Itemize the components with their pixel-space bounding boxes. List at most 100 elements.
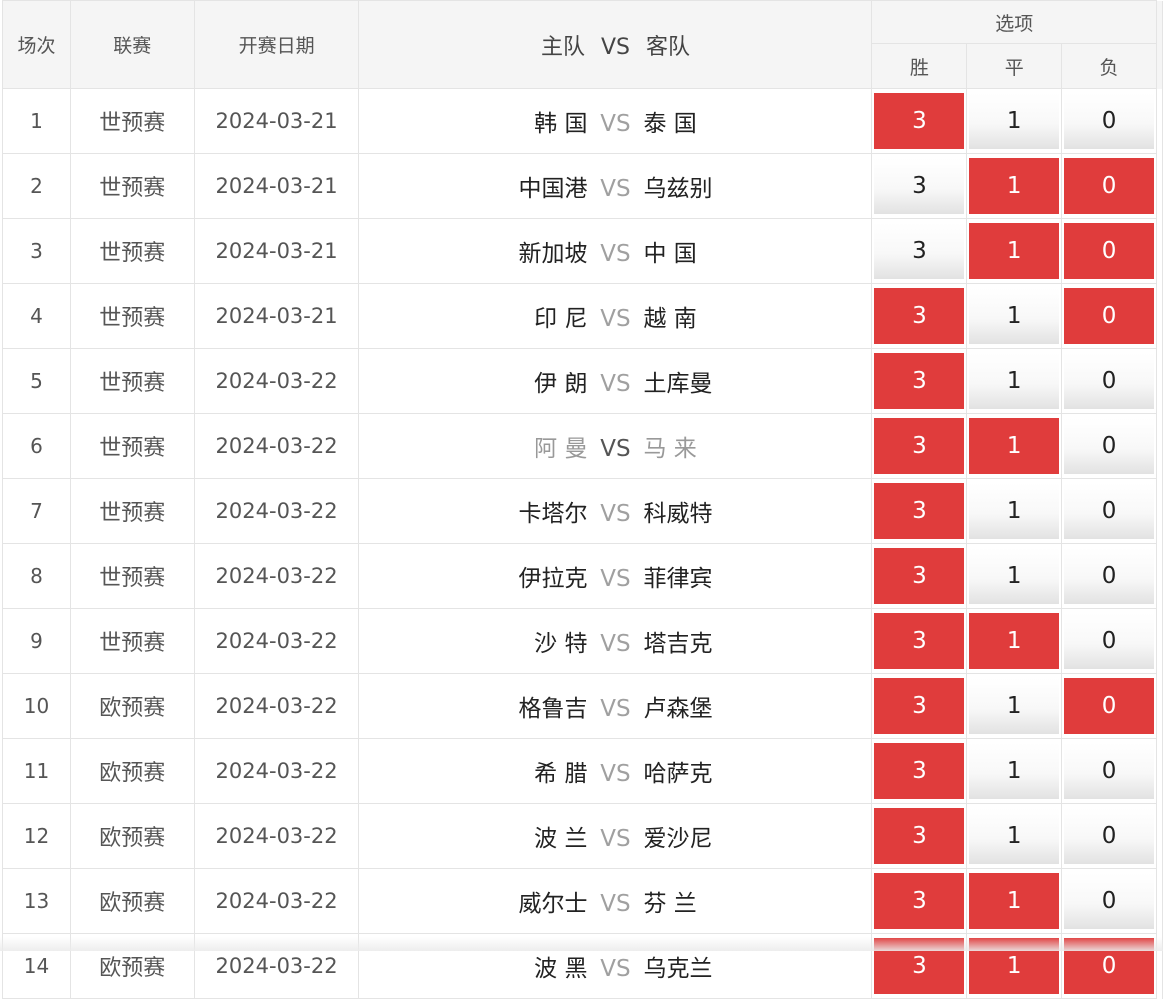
loss-option-cell: 0: [1061, 933, 1157, 999]
match-date: 2024-03-22: [193, 413, 360, 479]
draw-option-button[interactable]: 1: [969, 158, 1060, 214]
draw-option-button[interactable]: 1: [969, 873, 1060, 929]
home-team: 格鲁吉: [518, 696, 588, 722]
match-number: 7: [2, 478, 71, 544]
header-win: 胜: [871, 43, 968, 89]
match-date: 2024-03-22: [193, 478, 360, 544]
loss-option-button[interactable]: 0: [1064, 808, 1154, 864]
loss-option-cell: 0: [1061, 868, 1157, 934]
away-team: 塔吉克: [643, 631, 713, 657]
loss-option-cell: 0: [1061, 218, 1157, 284]
vs-label: VS: [600, 826, 631, 852]
match-number: 12: [2, 803, 71, 869]
home-team: 中国港: [518, 176, 588, 202]
vs-label: VS: [600, 631, 631, 657]
win-option-cell: 3: [871, 608, 968, 674]
row-stub: [1155, 348, 1163, 414]
win-option-button[interactable]: 3: [874, 743, 965, 799]
win-option-cell: 3: [871, 218, 968, 284]
loss-option-button[interactable]: 0: [1064, 613, 1154, 669]
header-teams: 主队 VS 客队: [358, 0, 873, 89]
table-row: 7 世预赛 2024-03-22 卡塔尔 VS 科威特 3 1 0: [2, 478, 1163, 544]
loss-option-button[interactable]: 0: [1064, 158, 1154, 214]
loss-option-cell: 0: [1061, 738, 1157, 804]
draw-option-button[interactable]: 1: [969, 938, 1060, 994]
draw-option-cell: 1: [966, 283, 1063, 349]
loss-option-cell: 0: [1061, 153, 1157, 219]
match-date: 2024-03-22: [193, 868, 360, 934]
win-option-button[interactable]: 3: [874, 483, 965, 539]
win-option-button[interactable]: 3: [874, 353, 965, 409]
league-name: 世预赛: [69, 608, 195, 674]
win-option-button[interactable]: 3: [874, 223, 965, 279]
draw-option-cell: 1: [966, 218, 1063, 284]
win-option-cell: 3: [871, 543, 968, 609]
draw-option-button[interactable]: 1: [969, 678, 1060, 734]
match-date: 2024-03-22: [193, 543, 360, 609]
match-teams: 卡塔尔 VS 科威特: [358, 478, 873, 544]
league-name: 欧预赛: [69, 868, 195, 934]
win-option-button[interactable]: 3: [874, 678, 965, 734]
league-name: 欧预赛: [69, 738, 195, 804]
table-row: 2 世预赛 2024-03-21 中国港 VS 乌兹别 3 1 0: [2, 153, 1163, 219]
draw-option-button[interactable]: 1: [969, 548, 1060, 604]
win-option-button[interactable]: 3: [874, 808, 965, 864]
win-option-button[interactable]: 3: [874, 548, 965, 604]
draw-option-button[interactable]: 1: [969, 223, 1060, 279]
header-stub: [1155, 0, 1163, 89]
win-option-button[interactable]: 3: [874, 938, 965, 994]
away-team: 芬 兰: [643, 891, 697, 917]
loss-option-button[interactable]: 0: [1064, 418, 1154, 474]
match-date: 2024-03-22: [193, 348, 360, 414]
loss-option-button[interactable]: 0: [1064, 223, 1154, 279]
match-teams: 威尔士 VS 芬 兰: [358, 868, 873, 934]
loss-option-cell: 0: [1061, 543, 1157, 609]
loss-option-button[interactable]: 0: [1064, 93, 1154, 149]
draw-option-button[interactable]: 1: [969, 743, 1060, 799]
match-table: 场次 联赛 开赛日期 主队 VS 客队 选项 胜 平 负 1 世预赛 2024-03-2…: [2, 0, 1163, 999]
row-stub: [1155, 608, 1163, 674]
win-option-button[interactable]: 3: [874, 288, 965, 344]
win-option-button[interactable]: 3: [874, 158, 965, 214]
match-teams: 中国港 VS 乌兹别: [358, 153, 873, 219]
win-option-cell: 3: [871, 738, 968, 804]
loss-option-button[interactable]: 0: [1064, 483, 1154, 539]
win-option-cell: 3: [871, 673, 968, 739]
match-number: 9: [2, 608, 71, 674]
win-option-button[interactable]: 3: [874, 873, 965, 929]
table-row: 10 欧预赛 2024-03-22 格鲁吉 VS 卢森堡 3 1 0: [2, 673, 1163, 739]
loss-option-button[interactable]: 0: [1064, 288, 1154, 344]
draw-option-button[interactable]: 1: [969, 353, 1060, 409]
loss-option-cell: 0: [1061, 803, 1157, 869]
vs-label: VS: [600, 501, 631, 527]
loss-option-cell: 0: [1061, 608, 1157, 674]
win-option-button[interactable]: 3: [874, 613, 965, 669]
league-name: 世预赛: [69, 218, 195, 284]
loss-option-button[interactable]: 0: [1064, 678, 1154, 734]
loss-option-button[interactable]: 0: [1064, 743, 1154, 799]
draw-option-cell: 1: [966, 543, 1063, 609]
loss-option-button[interactable]: 0: [1064, 873, 1154, 929]
draw-option-button[interactable]: 1: [969, 808, 1060, 864]
league-name: 欧预赛: [69, 673, 195, 739]
match-number: 8: [2, 543, 71, 609]
draw-option-cell: 1: [966, 803, 1063, 869]
vs-label: VS: [600, 371, 631, 397]
draw-option-button[interactable]: 1: [969, 418, 1060, 474]
win-option-button[interactable]: 3: [874, 93, 965, 149]
draw-option-button[interactable]: 1: [969, 613, 1060, 669]
vs-label: VS: [600, 436, 631, 462]
league-name: 世预赛: [69, 88, 195, 154]
loss-option-button[interactable]: 0: [1064, 938, 1154, 994]
row-stub: [1155, 413, 1163, 479]
loss-option-button[interactable]: 0: [1064, 353, 1154, 409]
away-team: 乌兹别: [643, 176, 713, 202]
row-stub: [1155, 283, 1163, 349]
header-options: 选项: [871, 0, 1157, 44]
loss-option-button[interactable]: 0: [1064, 548, 1154, 604]
win-option-button[interactable]: 3: [874, 418, 965, 474]
win-option-cell: 3: [871, 803, 968, 869]
draw-option-button[interactable]: 1: [969, 483, 1060, 539]
draw-option-button[interactable]: 1: [969, 288, 1060, 344]
draw-option-button[interactable]: 1: [969, 93, 1060, 149]
